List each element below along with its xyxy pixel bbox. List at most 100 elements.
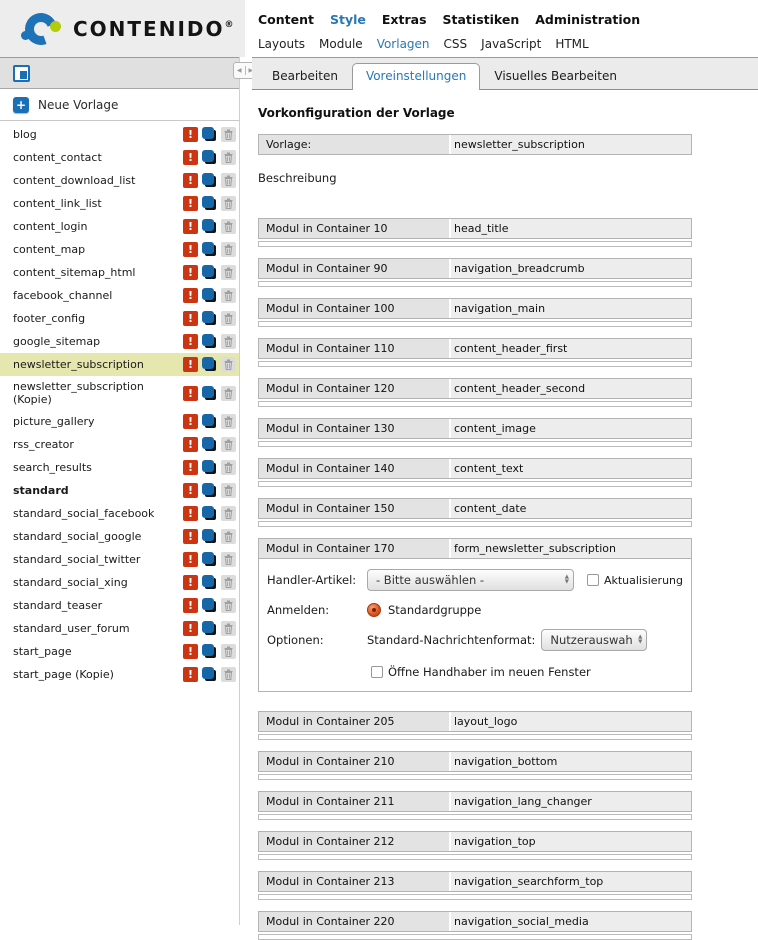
template-list-item[interactable]: content_sitemap_html ! [0, 261, 239, 284]
duplicate-icon[interactable] [202, 386, 217, 401]
tab[interactable]: Voreinstellungen [352, 63, 480, 90]
template-list-item[interactable]: standard_social_twitter ! [0, 548, 239, 571]
warning-icon[interactable]: ! [183, 334, 198, 349]
warning-icon[interactable]: ! [183, 414, 198, 429]
duplicate-icon[interactable] [202, 483, 217, 498]
template-name[interactable]: rss_creator [13, 438, 183, 451]
template-list-item[interactable]: standard_social_facebook ! [0, 502, 239, 525]
warning-icon[interactable]: ! [183, 506, 198, 521]
template-name[interactable]: start_page (Kopie) [13, 668, 183, 681]
duplicate-icon[interactable] [202, 575, 217, 590]
template-list-item[interactable]: standard_user_forum ! [0, 617, 239, 640]
duplicate-icon[interactable] [202, 529, 217, 544]
duplicate-icon[interactable] [202, 414, 217, 429]
template-name[interactable]: content_link_list [13, 197, 183, 210]
template-list-item[interactable]: newsletter_subscription ! [0, 353, 239, 376]
template-name[interactable]: content_map [13, 243, 183, 256]
menu-item[interactable]: Module [319, 37, 363, 51]
duplicate-icon[interactable] [202, 644, 217, 659]
warning-icon[interactable]: ! [183, 529, 198, 544]
warning-icon[interactable]: ! [183, 552, 198, 567]
template-list-item[interactable]: standard_social_google ! [0, 525, 239, 548]
template-name[interactable]: footer_config [13, 312, 183, 325]
template-list-item[interactable]: facebook_channel ! [0, 284, 239, 307]
template-name[interactable]: newsletter_subscription (Kopie) [13, 380, 183, 406]
warning-icon[interactable]: ! [183, 150, 198, 165]
menu-item[interactable]: Extras [382, 12, 427, 27]
template-name[interactable]: standard_social_twitter [13, 553, 183, 566]
menu-item[interactable]: Layouts [258, 37, 305, 51]
menu-item[interactable]: Content [258, 12, 314, 27]
duplicate-icon[interactable] [202, 242, 217, 257]
template-list-item[interactable]: rss_creator ! [0, 433, 239, 456]
template-name[interactable]: standard_user_forum [13, 622, 183, 635]
warning-icon[interactable]: ! [183, 575, 198, 590]
duplicate-icon[interactable] [202, 357, 217, 372]
template-name[interactable]: standard_teaser [13, 599, 183, 612]
warning-icon[interactable]: ! [183, 173, 198, 188]
menu-item[interactable]: HTML [555, 37, 588, 51]
splitter[interactable]: ◀ ▶ [240, 57, 252, 925]
duplicate-icon[interactable] [202, 460, 217, 475]
duplicate-icon[interactable] [202, 552, 217, 567]
duplicate-icon[interactable] [202, 621, 217, 636]
template-list-item[interactable]: picture_gallery ! [0, 410, 239, 433]
template-name[interactable]: search_results [13, 461, 183, 474]
template-list-item[interactable]: content_contact ! [0, 146, 239, 169]
template-list-item[interactable]: start_page ! [0, 640, 239, 663]
template-name[interactable]: content_sitemap_html [13, 266, 183, 279]
duplicate-icon[interactable] [202, 127, 217, 142]
template-name[interactable]: blog [13, 128, 183, 141]
duplicate-icon[interactable] [202, 265, 217, 280]
template-name[interactable]: content_contact [13, 151, 183, 164]
template-name[interactable]: facebook_channel [13, 289, 183, 302]
nachrichtenformat-select[interactable]: Nutzerauswahl ▲▼ [541, 629, 647, 651]
duplicate-icon[interactable] [202, 311, 217, 326]
warning-icon[interactable]: ! [183, 242, 198, 257]
aktualisierung-checkbox[interactable] [587, 574, 599, 586]
warning-icon[interactable]: ! [183, 621, 198, 636]
warning-icon[interactable]: ! [183, 288, 198, 303]
duplicate-icon[interactable] [202, 196, 217, 211]
template-list-item[interactable]: blog ! [0, 123, 239, 146]
menu-item[interactable]: Administration [535, 12, 640, 27]
tab[interactable]: Visuelles Bearbeiten [480, 63, 631, 89]
duplicate-icon[interactable] [202, 150, 217, 165]
template-name[interactable]: content_download_list [13, 174, 183, 187]
menu-item[interactable]: JavaScript [481, 37, 541, 51]
duplicate-icon[interactable] [202, 334, 217, 349]
warning-icon[interactable]: ! [183, 386, 198, 401]
template-name[interactable]: newsletter_subscription [13, 358, 183, 371]
template-list-item[interactable]: content_link_list ! [0, 192, 239, 215]
duplicate-icon[interactable] [202, 667, 217, 682]
warning-icon[interactable]: ! [183, 196, 198, 211]
duplicate-icon[interactable] [202, 219, 217, 234]
template-name[interactable]: google_sitemap [13, 335, 183, 348]
template-list-item[interactable]: standard ! [0, 479, 239, 502]
duplicate-icon[interactable] [202, 173, 217, 188]
template-name[interactable]: standard_social_facebook [13, 507, 183, 520]
duplicate-icon[interactable] [202, 288, 217, 303]
warning-icon[interactable]: ! [183, 127, 198, 142]
template-list-item[interactable]: content_map ! [0, 238, 239, 261]
warning-icon[interactable]: ! [183, 311, 198, 326]
template-name[interactable]: content_login [13, 220, 183, 233]
template-list-item[interactable]: content_login ! [0, 215, 239, 238]
menu-item[interactable]: CSS [444, 37, 468, 51]
template-list-item[interactable]: standard_social_xing ! [0, 571, 239, 594]
template-list-item[interactable]: start_page (Kopie) ! [0, 663, 239, 686]
duplicate-icon[interactable] [202, 598, 217, 613]
template-list-item[interactable]: google_sitemap ! [0, 330, 239, 353]
template-name[interactable]: start_page [13, 645, 183, 658]
toggle-panel-icon[interactable] [13, 65, 30, 82]
warning-icon[interactable]: ! [183, 460, 198, 475]
template-list-item[interactable]: content_download_list ! [0, 169, 239, 192]
warning-icon[interactable]: ! [183, 598, 198, 613]
menu-item[interactable]: Statistiken [443, 12, 520, 27]
template-list-item[interactable]: footer_config ! [0, 307, 239, 330]
warning-icon[interactable]: ! [183, 265, 198, 280]
warning-icon[interactable]: ! [183, 357, 198, 372]
template-name[interactable]: standard_social_xing [13, 576, 183, 589]
template-list-item[interactable]: standard_teaser ! [0, 594, 239, 617]
open-new-window-checkbox[interactable] [371, 666, 383, 678]
